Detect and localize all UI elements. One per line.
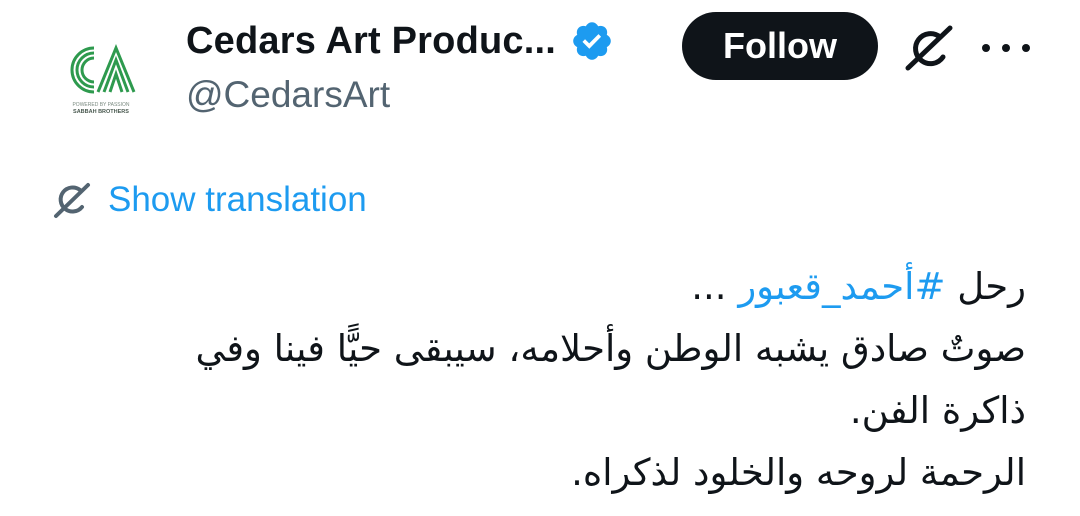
more-options-icon[interactable] bbox=[982, 28, 1030, 68]
tweet-text: رحل #أحمد_قعبور ... صوتٌ صادق يشبه الوطن… bbox=[66, 256, 1027, 504]
more-dot bbox=[1022, 44, 1030, 52]
avatar-subtitle: SABBAH BROTHERS bbox=[73, 109, 129, 115]
tweet-line-4: الرحمة لروحه والخلود لذكراه. bbox=[571, 451, 1026, 494]
tweet-line-2: صوتٌ صادق يشبه الوطن وأحلامه، سيبقى حيًّ… bbox=[195, 327, 1027, 370]
tweet-line-1: رحل #أحمد_قعبور ... bbox=[66, 256, 1026, 318]
show-translation-link[interactable]: Show translation bbox=[50, 176, 367, 224]
avatar[interactable]: POWERED BY PASSION SABBAH BROTHERS bbox=[46, 20, 156, 130]
follow-button[interactable]: Follow bbox=[682, 12, 878, 80]
more-dot bbox=[982, 44, 990, 52]
avatar-tagline: POWERED BY PASSION bbox=[72, 102, 129, 108]
display-name[interactable]: Cedars Art Produc... bbox=[186, 20, 556, 63]
more-dot bbox=[1002, 44, 1010, 52]
tweet-line-1-suffix: ... bbox=[691, 265, 739, 308]
tweet-line-3: ذاكرة الفن. bbox=[849, 389, 1026, 432]
grok-icon[interactable] bbox=[900, 20, 958, 78]
cedars-logo: POWERED BY PASSION SABBAH BROTHERS bbox=[70, 44, 136, 115]
verified-badge-icon[interactable] bbox=[570, 19, 614, 63]
handle[interactable]: @CedarsArt bbox=[186, 74, 390, 116]
tweet-header: POWERED BY PASSION SABBAH BROTHERS Cedar… bbox=[0, 0, 1080, 140]
show-translation-label: Show translation bbox=[108, 180, 367, 219]
translate-icon bbox=[54, 183, 90, 218]
tweet-line-1-prefix: رحل bbox=[945, 265, 1026, 308]
hashtag-link[interactable]: #أحمد_قعبور bbox=[738, 265, 945, 308]
name-row: Cedars Art Produc... bbox=[186, 16, 614, 66]
